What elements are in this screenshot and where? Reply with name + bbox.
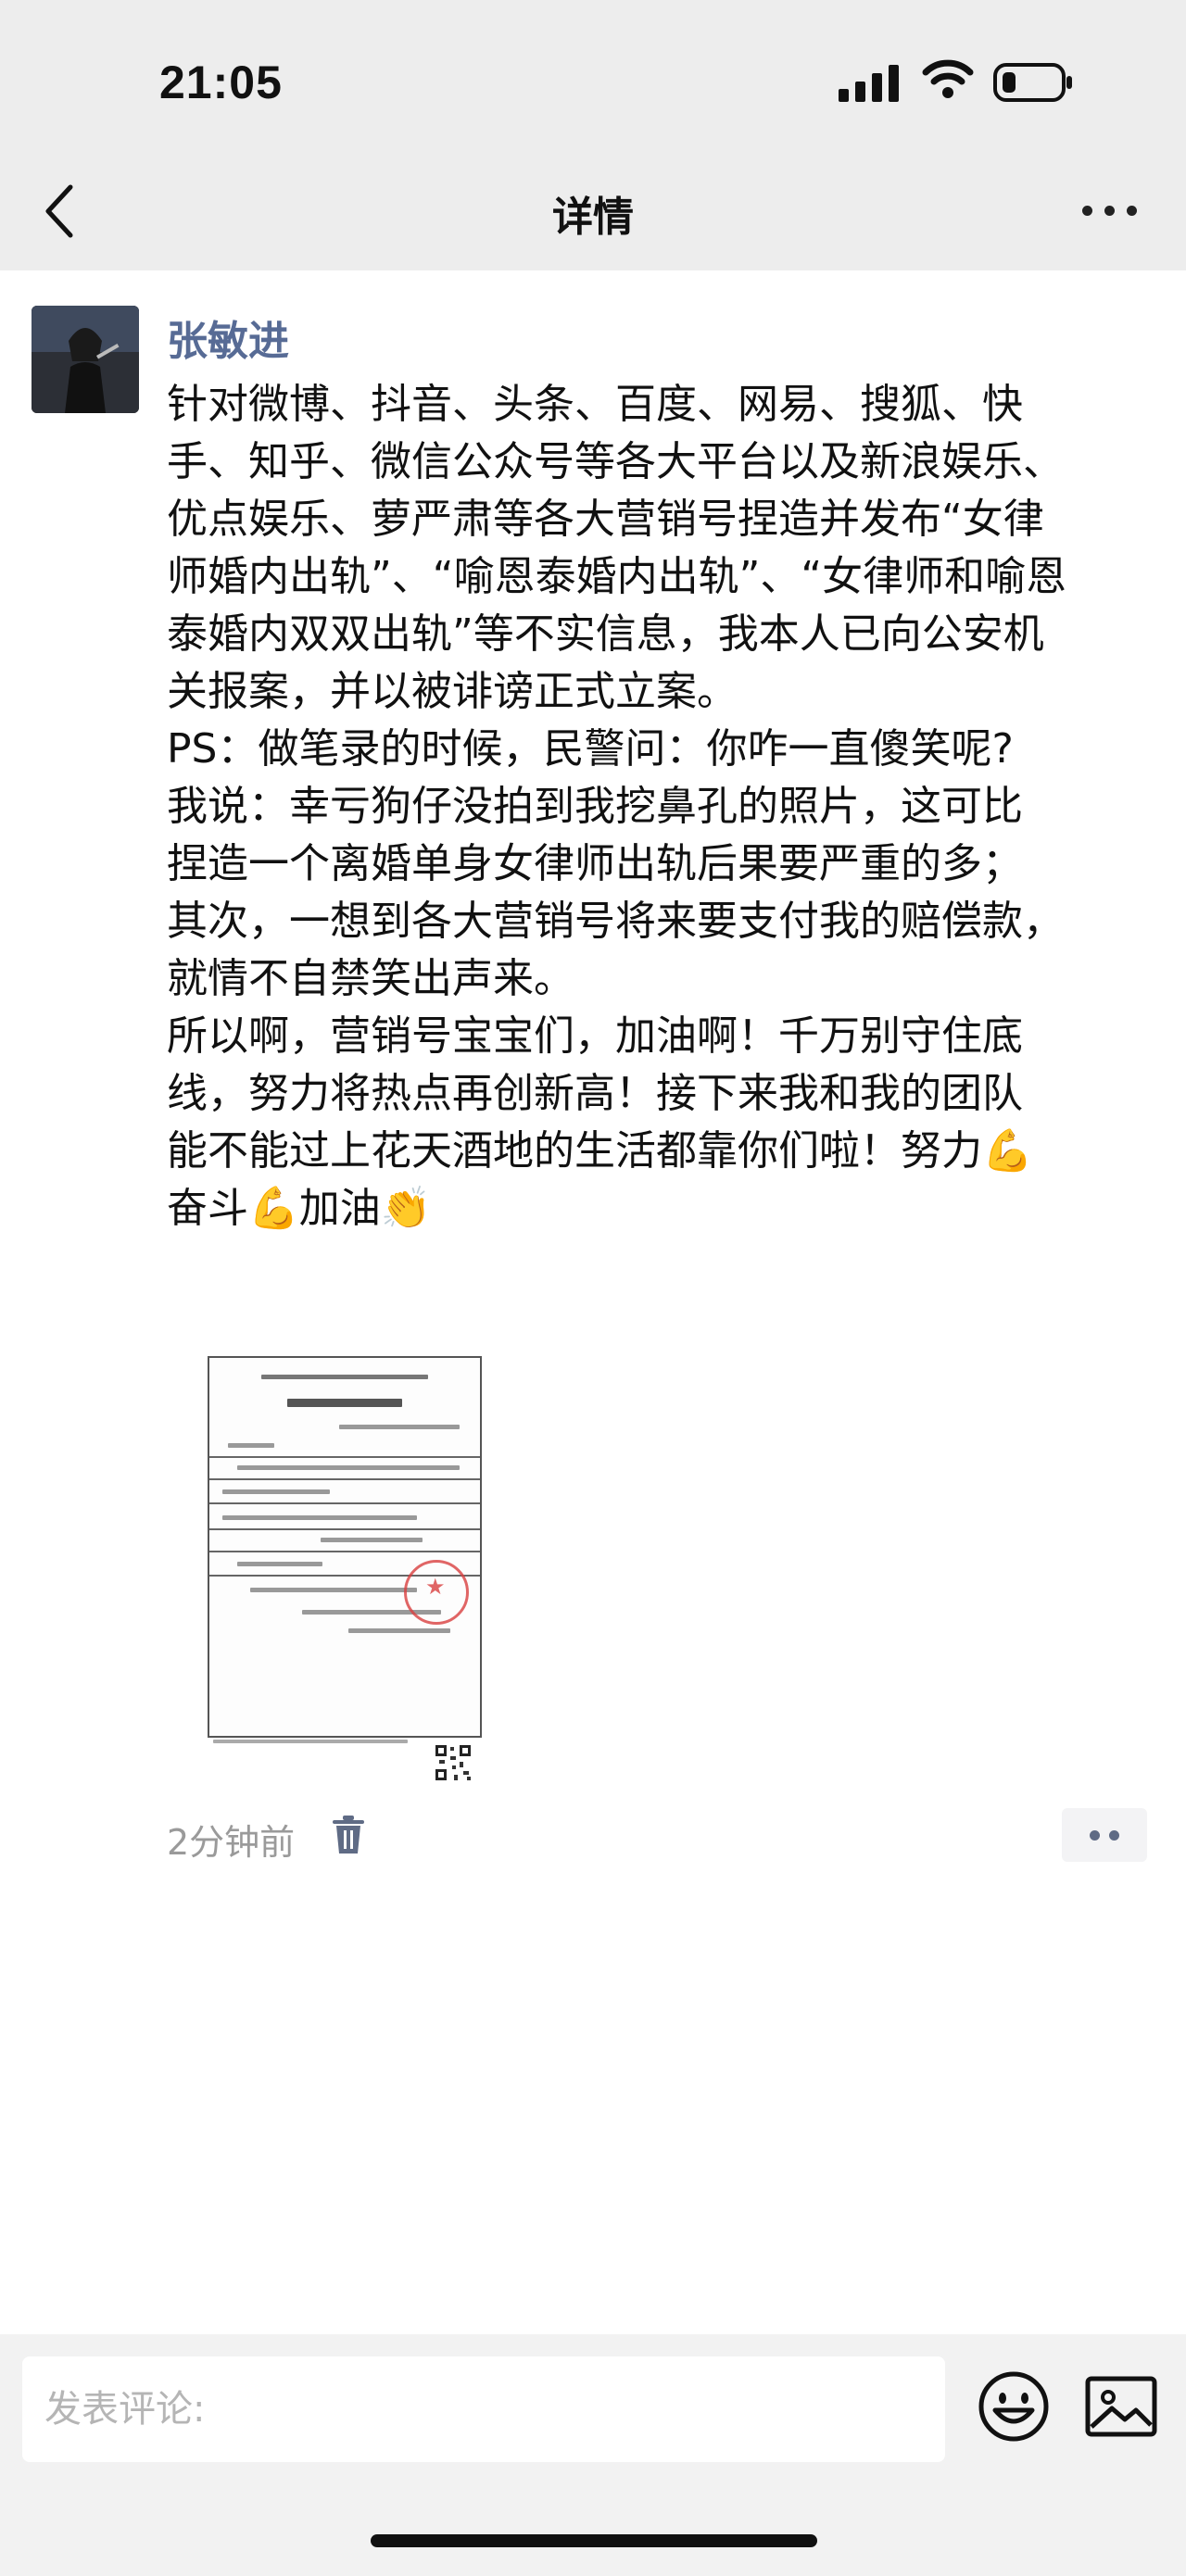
post-line: 线，努力将热点再创新高！接下来我和我的团队 [167,1070,1023,1117]
status-time: 21:05 [159,57,283,108]
post-line: 其次，一想到各大营销号将来要支付我的赔偿款， [167,898,1064,945]
document-scan: ★ [208,1356,482,1738]
battery-icon [993,63,1072,102]
post-line: 针对微博、抖音、头条、百度、网易、搜狐、快 [167,381,1023,428]
post-line: 关报案，并以被诽谤正式立案。 [167,668,738,715]
signal-icon [839,65,899,102]
post-line: 优点娱乐、萝严肃等各大营销号捏造并发布“女律 [167,496,1044,543]
trash-icon[interactable] [330,1814,367,1856]
smiley-icon[interactable] [977,2369,1051,2444]
page-title: 详情 [552,194,634,241]
post-line: 我说：幸亏狗仔没拍到我挖鼻孔的照片，这可比 [167,783,1023,830]
qr-code-icon [434,1743,473,1782]
post-line: 师婚内出轨”、“喻恩泰婚内出轨”、“女律师和喻恩 [167,553,1067,600]
wifi-icon [922,59,974,98]
more-dots-icon [1090,1830,1100,1841]
post-line: 就情不自禁笑出声来。 [167,955,574,1002]
home-indicator[interactable] [371,2534,817,2547]
post-text: 针对微博、抖音、头条、百度、网易、搜狐、快 手、知乎、微信公众号等各大平台以及新… [167,376,1158,1238]
comment-more-button[interactable] [1062,1808,1147,1862]
comment-input[interactable] [22,2356,945,2462]
post-line: 奋斗💪加油👏 [167,1185,432,1232]
post-timestamp: 2分钟前 [167,1822,296,1863]
post-line: 能不能过上花天酒地的生活都靠你们啦！努力💪 [167,1127,1033,1175]
post-line: 捏造一个离婚单身女律师出轨后果要严重的多； [167,840,1023,887]
header: 21:05 详情 [0,0,1186,270]
avatar[interactable] [32,306,139,413]
more-icon[interactable] [1082,206,1138,219]
post-line: 所以啊，营销号宝宝们，加油啊！千万别守住底 [167,1012,1023,1060]
post-line: PS：做笔录的时候，民警问：你咋一直傻笑呢? [167,725,1014,773]
seal-icon: ★ [404,1560,469,1625]
post-line: 手、知乎、微信公众号等各大平台以及新浪娱乐、 [167,438,1064,485]
author-name[interactable]: 张敏进 [167,308,289,367]
post-line: 泰婚内双双出轨”等不实信息，我本人已向公安机 [167,610,1044,658]
image-icon[interactable] [1084,2373,1158,2440]
document-image[interactable]: ★ [204,1356,482,1782]
